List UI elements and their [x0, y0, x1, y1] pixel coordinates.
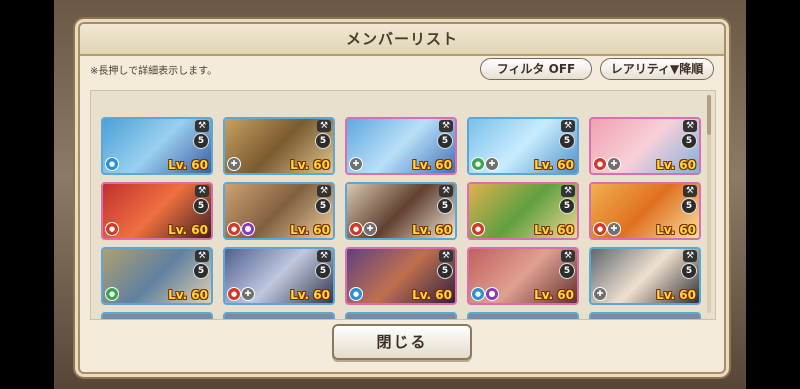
fire-element-icon: ●: [349, 222, 363, 236]
equipment-icon: ⚒: [439, 250, 453, 262]
member-list-dialog: メンバーリスト ※長押しで詳細表示します。 フィルタ OFF レアリティ▼降順 …: [78, 22, 726, 374]
fire-element-icon: ●: [227, 287, 241, 301]
fire-element-icon: ●: [593, 157, 607, 171]
equipment-icon: ⚒: [561, 250, 575, 262]
level-label: Lv. 60: [290, 288, 330, 302]
member-card[interactable]: ⚒ 5 Lv. 60 ✚: [589, 247, 701, 305]
member-card[interactable]: ⚒ 5 Lv. 60 ● ✚: [589, 182, 701, 240]
level-label: Lv. 60: [168, 288, 208, 302]
wind-element-icon: ●: [105, 287, 119, 301]
member-card[interactable]: ⚒ 5 Lv. 60 ● ✚: [589, 117, 701, 175]
member-card[interactable]: [101, 312, 213, 319]
member-card[interactable]: ⚒ 5 Lv. 60 ●: [467, 182, 579, 240]
equipment-icon: ⚒: [439, 120, 453, 132]
rank-badge: 5: [559, 198, 575, 214]
level-label: Lv. 60: [412, 158, 452, 172]
sword-role-icon: ✚: [241, 287, 255, 301]
member-card[interactable]: ⚒ 5 Lv. 60 ● ✚: [345, 182, 457, 240]
rank-badge: 5: [315, 198, 331, 214]
rank-badge: 5: [559, 133, 575, 149]
rank-badge: 5: [315, 133, 331, 149]
member-card[interactable]: ⚒ 5 Lv. 60 ●: [101, 117, 213, 175]
rank-badge: 5: [559, 263, 575, 279]
equipment-icon: ⚒: [317, 250, 331, 262]
sort-button[interactable]: レアリティ▼降順: [600, 58, 714, 80]
level-label: Lv. 60: [656, 288, 696, 302]
close-button[interactable]: 閉じる: [332, 324, 472, 360]
rank-badge: 5: [437, 198, 453, 214]
equipment-icon: ⚒: [561, 120, 575, 132]
member-card[interactable]: ⚒ 5 Lv. 60 ✚: [345, 117, 457, 175]
level-label: Lv. 60: [290, 223, 330, 237]
rank-badge: 5: [681, 263, 697, 279]
member-card[interactable]: ⚒ 5 Lv. 60 ●: [101, 182, 213, 240]
sword-role-icon: ✚: [363, 222, 377, 236]
equipment-icon: ⚒: [683, 185, 697, 197]
scrollbar[interactable]: [707, 95, 711, 313]
rank-badge: 5: [437, 133, 453, 149]
rank-badge: 5: [193, 198, 209, 214]
level-label: Lv. 60: [656, 158, 696, 172]
dark-role-icon: ●: [241, 222, 255, 236]
water-element-icon: ●: [471, 287, 485, 301]
level-label: Lv. 60: [534, 223, 574, 237]
member-card[interactable]: ⚒ 5 Lv. 60 ● ●: [467, 247, 579, 305]
rank-badge: 5: [193, 263, 209, 279]
letterbox-left: [0, 0, 54, 389]
sword-role-icon: ✚: [593, 287, 607, 301]
dialog-title: メンバーリスト: [80, 24, 724, 56]
level-label: Lv. 60: [412, 288, 452, 302]
equipment-icon: ⚒: [561, 185, 575, 197]
water-element-icon: ●: [105, 157, 119, 171]
level-label: Lv. 60: [534, 158, 574, 172]
rank-badge: 5: [681, 198, 697, 214]
filter-button[interactable]: フィルタ OFF: [480, 58, 592, 80]
letterbox-right: [746, 0, 800, 389]
long-press-note: ※長押しで詳細表示します。: [90, 66, 218, 77]
scrollbar-thumb[interactable]: [707, 95, 711, 135]
rank-badge: 5: [315, 263, 331, 279]
wind-element-icon: ●: [471, 157, 485, 171]
member-card[interactable]: ⚒ 5 Lv. 60 ● ✚: [223, 247, 335, 305]
member-card[interactable]: ⚒ 5 Lv. 60 ●: [345, 247, 457, 305]
member-card[interactable]: [223, 312, 335, 319]
dark-role-icon: ●: [485, 287, 499, 301]
equipment-icon: ⚒: [683, 120, 697, 132]
rank-badge: 5: [437, 263, 453, 279]
member-card[interactable]: [345, 312, 457, 319]
level-label: Lv. 60: [168, 223, 208, 237]
fire-element-icon: ●: [593, 222, 607, 236]
member-card[interactable]: ⚒ 5 Lv. 60 ● ●: [223, 182, 335, 240]
fire-element-icon: ●: [471, 222, 485, 236]
sword-role-icon: ✚: [485, 157, 499, 171]
equipment-icon: ⚒: [439, 185, 453, 197]
member-card[interactable]: [589, 312, 701, 319]
member-card[interactable]: ⚒ 5 Lv. 60 ✚: [223, 117, 335, 175]
member-card[interactable]: ⚒ 5 Lv. 60 ● ✚: [467, 117, 579, 175]
sword-role-icon: ✚: [349, 157, 363, 171]
level-label: Lv. 60: [412, 223, 452, 237]
level-label: Lv. 60: [168, 158, 208, 172]
member-card[interactable]: [467, 312, 579, 319]
equipment-icon: ⚒: [195, 250, 209, 262]
water-element-icon: ●: [349, 287, 363, 301]
rank-badge: 5: [193, 133, 209, 149]
fire-element-icon: ●: [227, 222, 241, 236]
member-card[interactable]: ⚒ 5 Lv. 60 ●: [101, 247, 213, 305]
fire-element-icon: ●: [105, 222, 119, 236]
level-label: Lv. 60: [534, 288, 574, 302]
sword-role-icon: ✚: [607, 222, 621, 236]
level-label: Lv. 60: [290, 158, 330, 172]
equipment-icon: ⚒: [195, 120, 209, 132]
equipment-icon: ⚒: [195, 185, 209, 197]
sword-role-icon: ✚: [227, 157, 241, 171]
equipment-icon: ⚒: [317, 185, 331, 197]
sword-role-icon: ✚: [607, 157, 621, 171]
rank-badge: 5: [681, 133, 697, 149]
equipment-icon: ⚒: [317, 120, 331, 132]
equipment-icon: ⚒: [683, 250, 697, 262]
level-label: Lv. 60: [656, 223, 696, 237]
member-grid[interactable]: ⚒ 5 Lv. 60 ● ⚒ 5 Lv. 60 ✚ ⚒ 5 Lv. 60 ✚ ⚒ 5 Lv. 60 ● ✚ ⚒ 5 L…: [90, 90, 716, 320]
